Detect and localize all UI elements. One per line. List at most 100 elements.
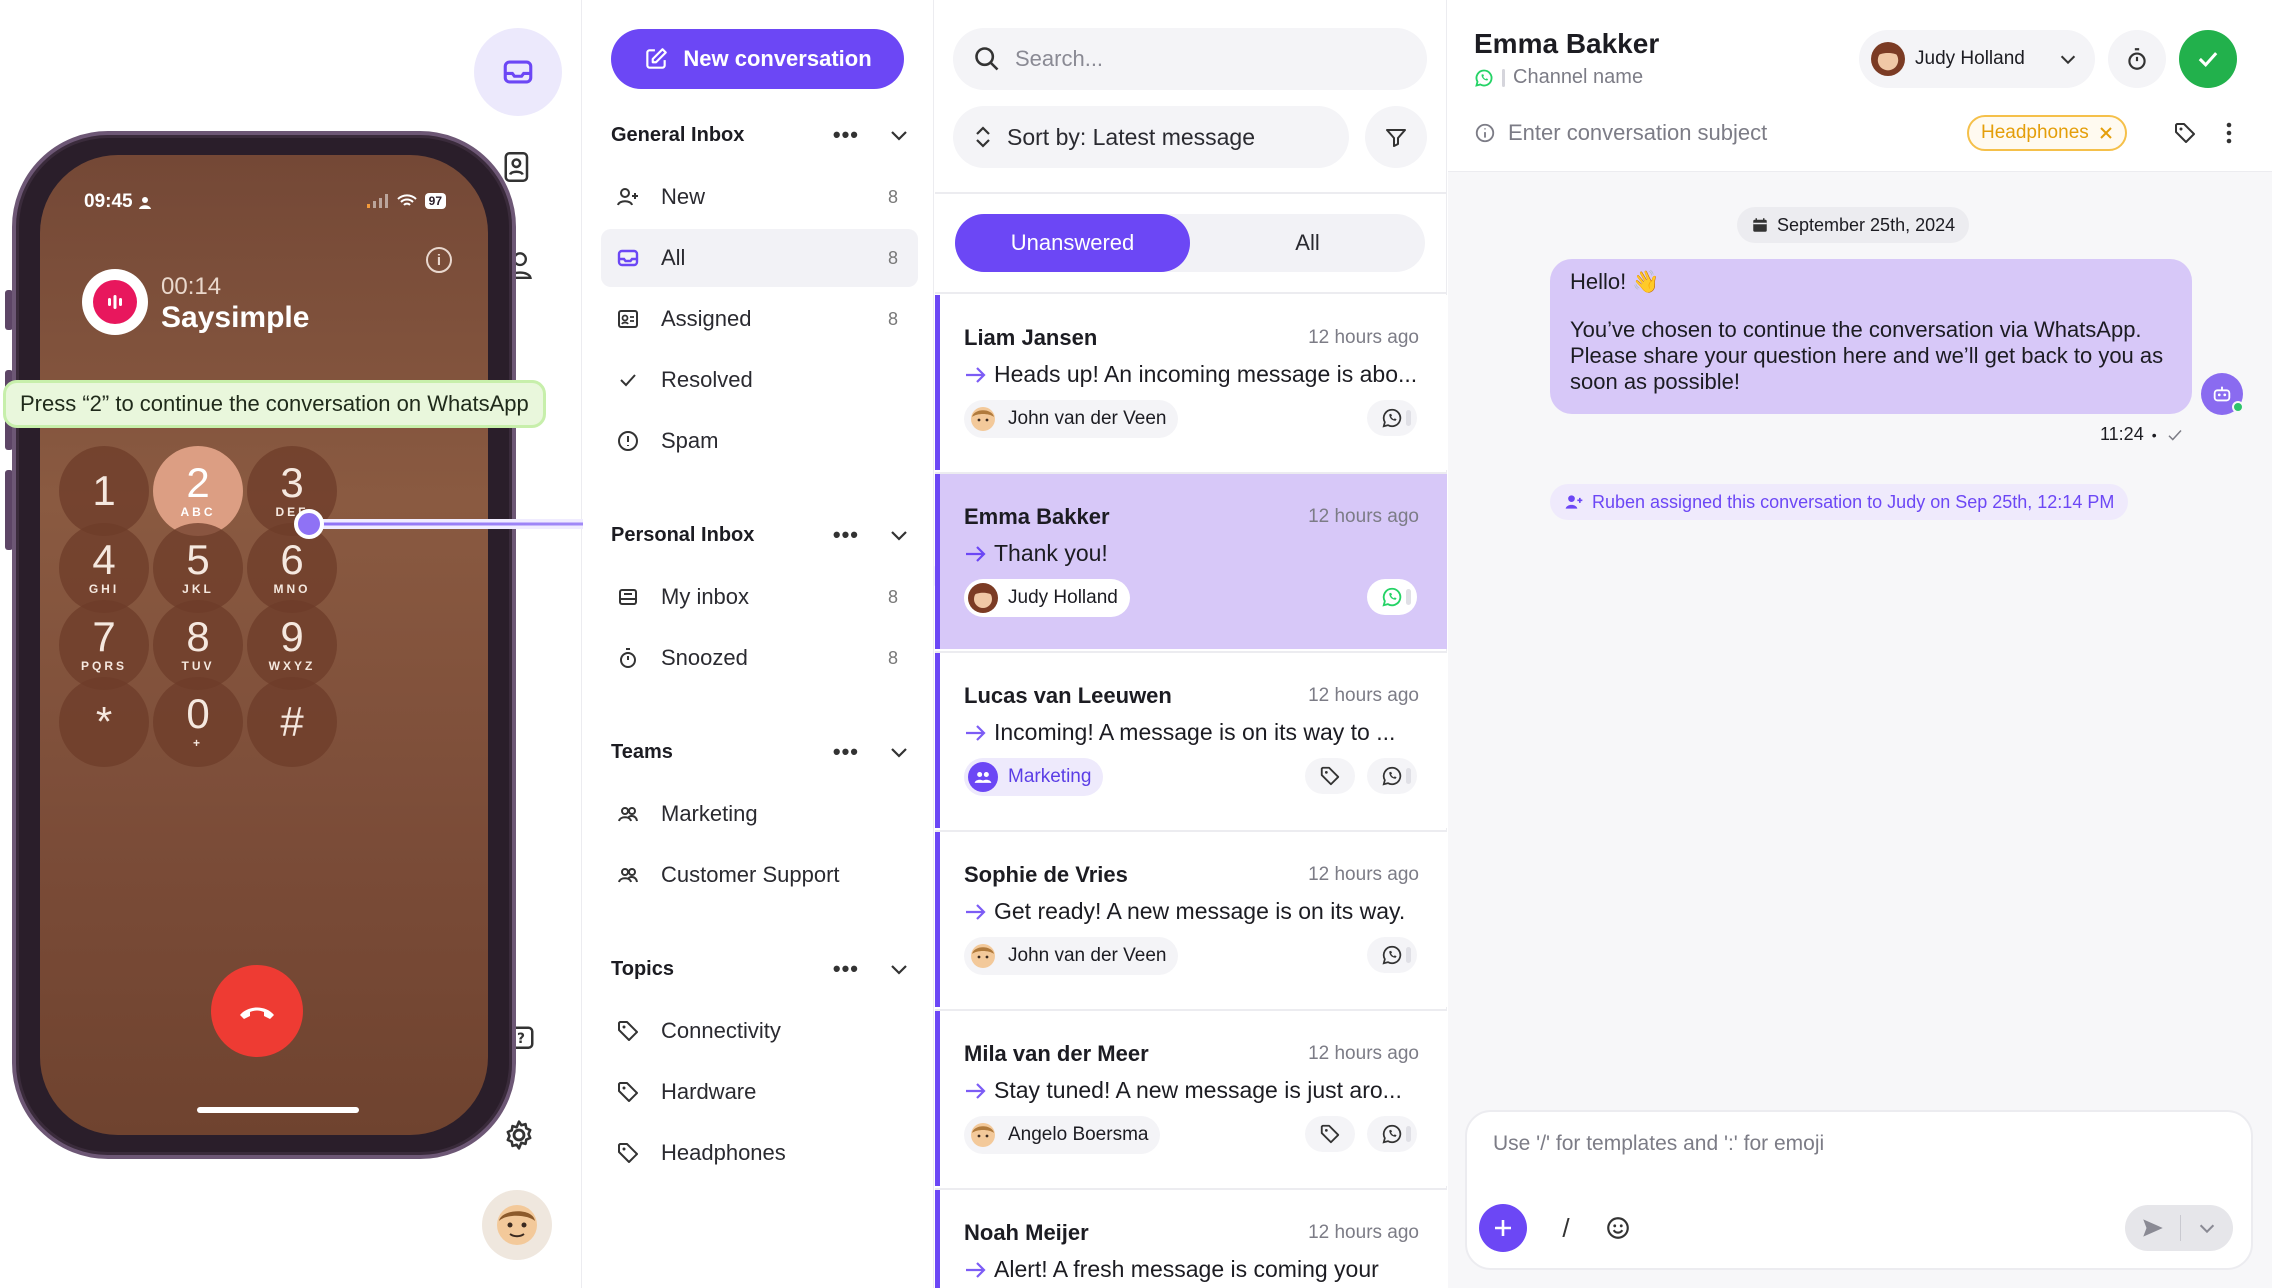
incoming-arrow-icon <box>966 903 986 920</box>
channel-name: Channel name <box>1513 66 1644 88</box>
teams-header[interactable]: Teams ••• <box>611 739 911 765</box>
personal-inbox-header[interactable]: Personal Inbox ••• <box>611 522 911 548</box>
close-icon[interactable] <box>2099 126 2113 140</box>
tag-chip[interactable]: Headphones <box>1967 115 2127 151</box>
hang-up-icon <box>240 1007 274 1019</box>
conversation-name: Lucas van Leeuwen <box>964 683 1172 708</box>
more-options-icon[interactable]: ••• <box>833 522 859 548</box>
conversation-item[interactable]: Noah Meijer 12 hours ago Alert! A fresh … <box>935 1190 1447 1288</box>
avatar-face-icon <box>971 944 995 968</box>
conversation-item[interactable]: Lucas van Leeuwen 12 hours ago Incoming!… <box>935 653 1447 828</box>
resolve-button[interactable] <box>2179 30 2237 88</box>
preview-text: Thank you! <box>994 540 1108 566</box>
nav-item-assigned[interactable]: Assigned 8 <box>601 290 918 348</box>
new-conversation-button[interactable]: New conversation <box>611 29 904 89</box>
nav-item-my-inbox[interactable]: My inbox 8 <box>601 568 918 626</box>
inbox-rail-button[interactable] <box>474 28 562 116</box>
stopwatch-icon <box>2128 48 2146 70</box>
chip-label: Marketing <box>1008 766 1092 787</box>
conversation-item-selected[interactable]: Emma Bakker 12 hours ago Thank you! Judy… <box>935 474 1447 649</box>
team-chip: Marketing <box>964 758 1104 796</box>
tab-all[interactable]: All <box>1190 214 1425 272</box>
nav-item-connectivity[interactable]: Connectivity <box>601 1002 918 1060</box>
conversation-preview: Alert! A fresh message is coming your <box>964 1256 1379 1283</box>
tray-icon <box>619 589 637 605</box>
keypad-key-star[interactable]: * <box>59 677 149 767</box>
emoji-button[interactable] <box>1596 1206 1640 1250</box>
more-options-icon[interactable]: ••• <box>833 122 859 148</box>
nav-item-new[interactable]: New 8 <box>601 168 918 226</box>
subject-input[interactable]: Enter conversation subject <box>1474 120 1767 146</box>
key-digit: 5 <box>186 536 210 583</box>
more-options-icon[interactable]: ••• <box>833 956 859 982</box>
nav-item-all[interactable]: All 8 <box>601 229 918 287</box>
add-tag-button[interactable] <box>2163 104 2207 162</box>
user-assign-icon <box>1565 495 1583 509</box>
send-divider <box>2180 1215 2182 1241</box>
conversation-item[interactable]: Liam Jansen 12 hours ago Heads up! An in… <box>935 295 1447 470</box>
preview-text: Stay tuned! A new message is just aro... <box>994 1077 1402 1103</box>
tag-icon <box>1320 1124 1340 1144</box>
check-icon <box>620 374 636 387</box>
nav-item-snoozed[interactable]: Snoozed 8 <box>601 629 918 687</box>
user-avatar[interactable] <box>482 1190 552 1260</box>
tag-badge <box>1305 758 1355 794</box>
avatar-face-icon <box>971 407 995 431</box>
nav-item-hardware[interactable]: Hardware <box>601 1063 918 1121</box>
sort-arrows-icon <box>976 126 990 148</box>
sort-dropdown[interactable]: Sort by: Latest message <box>953 106 1349 168</box>
keypad-key-hash[interactable]: # <box>247 677 337 767</box>
keypad-key-0[interactable]: 0 + <box>153 677 243 767</box>
contact-name[interactable]: Emma Bakker <box>1474 28 1659 60</box>
chevron-down-icon[interactable] <box>2196 1217 2218 1239</box>
search-input[interactable]: Search... <box>953 28 1427 90</box>
nav-item-customer-support[interactable]: Customer Support <box>601 846 918 904</box>
conversation-item[interactable]: Sophie de Vries 12 hours ago Get ready! … <box>935 832 1447 1007</box>
info-icon[interactable]: i <box>426 247 452 273</box>
chevron-down-icon[interactable] <box>887 523 911 547</box>
assignee-chip: John van der Veen <box>964 937 1179 975</box>
templates-button[interactable]: / <box>1544 1206 1588 1250</box>
key-digit: # <box>280 698 304 745</box>
conversation-time: 12 hours ago <box>1308 864 1419 885</box>
add-attachment-button[interactable] <box>1479 1204 1527 1252</box>
channel-icons <box>1305 758 1417 794</box>
chevron-down-icon <box>2060 55 2076 65</box>
nav-label: Marketing <box>661 801 758 826</box>
more-options-button[interactable] <box>2212 104 2246 162</box>
conversation-item[interactable]: Mila van der Meer 12 hours ago Stay tune… <box>935 1011 1447 1186</box>
snooze-button[interactable] <box>2108 30 2166 88</box>
plus-icon <box>1495 1220 1511 1236</box>
assignee-dropdown[interactable]: Judy Holland <box>1859 30 2095 88</box>
contacts-icon[interactable] <box>502 150 538 186</box>
nav-label: Customer Support <box>661 862 840 887</box>
filter-button[interactable] <box>1365 106 1427 168</box>
whatsapp-icon <box>1382 408 1402 428</box>
key-letters: + <box>192 736 203 750</box>
end-call-button[interactable] <box>211 965 303 1057</box>
topics-header[interactable]: Topics ••• <box>611 956 911 982</box>
nav-item-spam[interactable]: Spam <box>601 412 918 470</box>
nav-label: Spam <box>661 428 719 453</box>
chevron-down-icon[interactable] <box>887 123 911 147</box>
key-digit: 6 <box>280 536 304 583</box>
nav-item-resolved[interactable]: Resolved <box>601 351 918 409</box>
avatar-face-icon <box>497 1205 537 1245</box>
chevron-down-icon[interactable] <box>887 957 911 981</box>
chip-label: Angelo Boersma <box>1008 1124 1149 1145</box>
send-icon[interactable] <box>2140 1215 2166 1241</box>
filter-icon <box>1386 129 1406 147</box>
nav-item-marketing[interactable]: Marketing <box>601 785 918 843</box>
more-options-icon[interactable]: ••• <box>833 739 859 765</box>
nav-item-headphones[interactable]: Headphones <box>601 1124 918 1182</box>
general-inbox-header[interactable]: General Inbox ••• <box>611 122 911 148</box>
tab-unanswered[interactable]: Unanswered <box>955 214 1190 272</box>
chevron-down-icon[interactable] <box>887 740 911 764</box>
conversation-list: Search... Sort by: Latest message Unansw… <box>935 0 1447 1288</box>
avatar <box>968 404 998 434</box>
key-letters: TUV <box>181 659 215 673</box>
message-composer[interactable]: Use '/' for templates and ':' for emoji … <box>1465 1110 2253 1270</box>
settings-gear-icon[interactable] <box>502 1118 538 1154</box>
message-line: Hello! 👋 <box>1570 269 1660 294</box>
whatsapp-icon <box>1382 587 1402 607</box>
